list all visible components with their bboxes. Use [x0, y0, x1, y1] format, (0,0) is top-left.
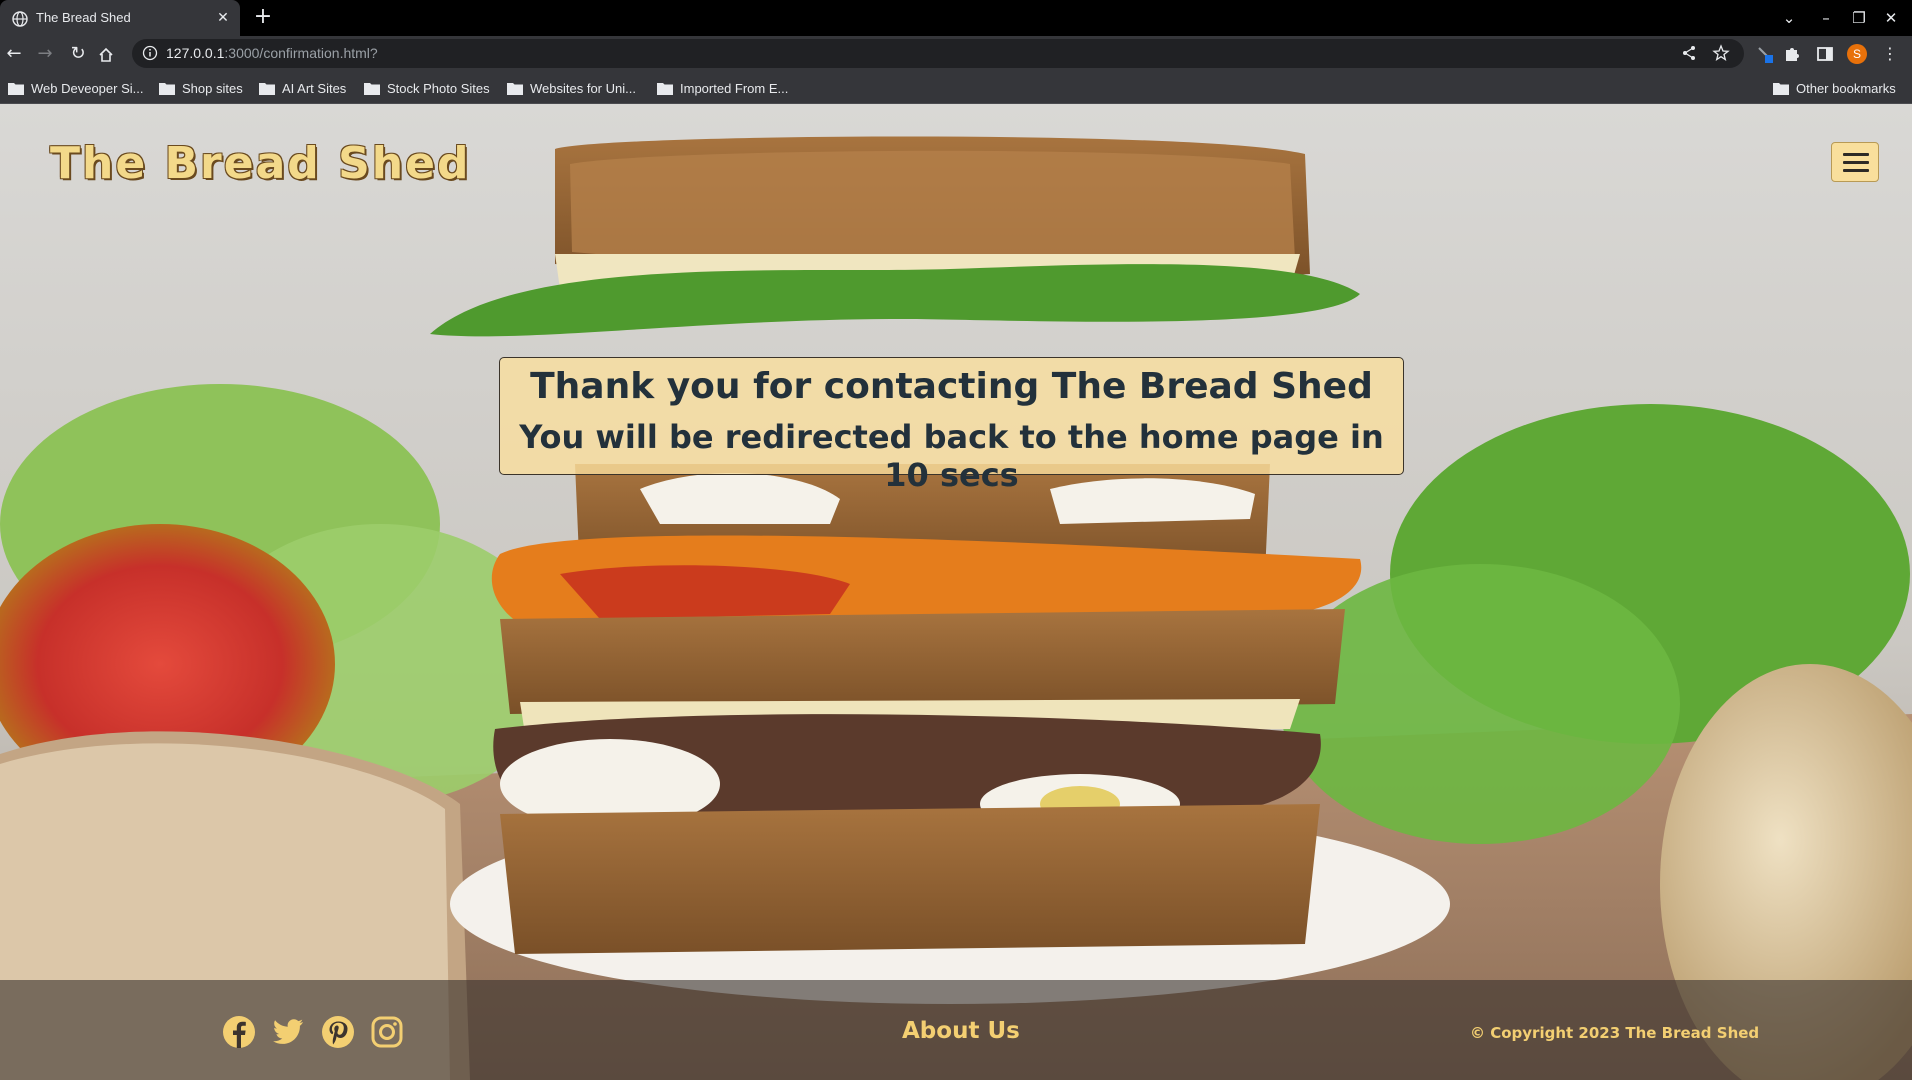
- share-icon[interactable]: [1680, 44, 1698, 62]
- profile-avatar[interactable]: S: [1847, 44, 1867, 64]
- reload-icon[interactable]: ↻: [66, 42, 90, 66]
- puzzle-extensions-icon[interactable]: [1782, 44, 1802, 64]
- bookmark-label: Websites for Uni...: [530, 80, 636, 96]
- about-us-link[interactable]: About Us: [902, 1018, 1020, 1044]
- hamburger-bar: [1843, 153, 1869, 156]
- folder-icon: [159, 82, 175, 95]
- bookmark-label: Imported From E...: [680, 80, 789, 96]
- bookmark-label: Web Deveoper Si...: [31, 80, 144, 96]
- bookmark-label: AI Art Sites: [282, 80, 347, 96]
- address-bar[interactable]: 127.0.0.1:3000/confirmation.html?: [132, 39, 1744, 68]
- tab-search-chevron-icon[interactable]: ⌄: [1778, 7, 1800, 29]
- bookmark-folder[interactable]: Websites for Uni...: [507, 79, 636, 97]
- url-host: 127.0.0.1: [166, 45, 225, 61]
- browser-tab[interactable]: The Bread Shed ✕: [0, 0, 240, 36]
- facebook-icon[interactable]: [222, 1015, 256, 1049]
- site-footer: About Us © Copyright 2023 The Bread Shed: [0, 980, 1912, 1080]
- folder-icon: [364, 82, 380, 95]
- home-icon[interactable]: [98, 47, 114, 63]
- globe-icon: [12, 11, 28, 27]
- folder-icon: [259, 82, 275, 95]
- site-info-icon[interactable]: [142, 45, 158, 61]
- bookmark-folder[interactable]: Imported From E...: [657, 79, 788, 97]
- forward-arrow-icon[interactable]: →: [33, 42, 57, 66]
- close-icon[interactable]: ✕: [214, 9, 232, 27]
- instagram-icon[interactable]: [370, 1015, 404, 1049]
- new-tab-plus-icon[interactable]: +: [252, 6, 274, 29]
- confirmation-message: Thank you for contacting The Bread Shed …: [499, 357, 1404, 494]
- twitter-icon[interactable]: [271, 1015, 305, 1049]
- extension-pen-icon[interactable]: [1755, 44, 1775, 64]
- other-bookmarks-folder[interactable]: Other bookmarks: [1773, 79, 1896, 97]
- back-arrow-icon[interactable]: ←: [2, 42, 26, 66]
- page-viewport: The Bread Shed Thank you for contacting …: [0, 104, 1912, 1080]
- redirect-notice: You will be redirected back to the home …: [519, 418, 1384, 494]
- hamburger-bar: [1843, 169, 1869, 172]
- confirmation-heading: Thank you for contacting The Bread Shed: [530, 366, 1373, 407]
- bookmark-star-icon[interactable]: [1712, 44, 1730, 62]
- folder-icon: [657, 82, 673, 95]
- restore-icon[interactable]: ❐: [1848, 7, 1870, 29]
- bookmark-label: Stock Photo Sites: [387, 80, 490, 96]
- site-title[interactable]: The Bread Shed: [50, 138, 470, 189]
- tab-title: The Bread Shed: [36, 10, 131, 25]
- copyright-text: © Copyright 2023 The Bread Shed: [1470, 1024, 1760, 1042]
- side-panel-icon[interactable]: [1815, 44, 1835, 64]
- url-path: :3000/confirmation.html?: [224, 45, 378, 61]
- bookmark-folder[interactable]: AI Art Sites: [259, 79, 346, 97]
- browser-toolbar: ← → ↻ 127.0.0.1:3000/confirmation.html? …: [0, 36, 1912, 71]
- bookmark-folder[interactable]: Shop sites: [159, 79, 243, 97]
- bookmark-label: Other bookmarks: [1796, 80, 1896, 96]
- bookmarks-bar: Web Deveoper Si... Shop sites AI Art Sit…: [0, 71, 1912, 104]
- kebab-menu-icon[interactable]: ⋮: [1878, 42, 1902, 66]
- hamburger-menu-button[interactable]: [1831, 142, 1879, 182]
- browser-tab-strip: The Bread Shed ✕ + ⌄ – ❐ ✕: [0, 0, 1912, 36]
- bookmark-folder[interactable]: Stock Photo Sites: [364, 79, 490, 97]
- bookmark-label: Shop sites: [182, 80, 243, 96]
- window-close-icon[interactable]: ✕: [1880, 7, 1902, 29]
- sandwich-background-image: [0, 104, 1912, 1080]
- url-text: 127.0.0.1:3000/confirmation.html?: [166, 45, 378, 61]
- folder-icon: [507, 82, 523, 95]
- folder-icon: [1773, 82, 1789, 95]
- minimize-icon[interactable]: –: [1815, 7, 1837, 29]
- bookmark-folder[interactable]: Web Deveoper Si...: [8, 79, 143, 97]
- pinterest-icon[interactable]: [321, 1015, 355, 1049]
- hamburger-bar: [1843, 161, 1869, 164]
- folder-icon: [8, 82, 24, 95]
